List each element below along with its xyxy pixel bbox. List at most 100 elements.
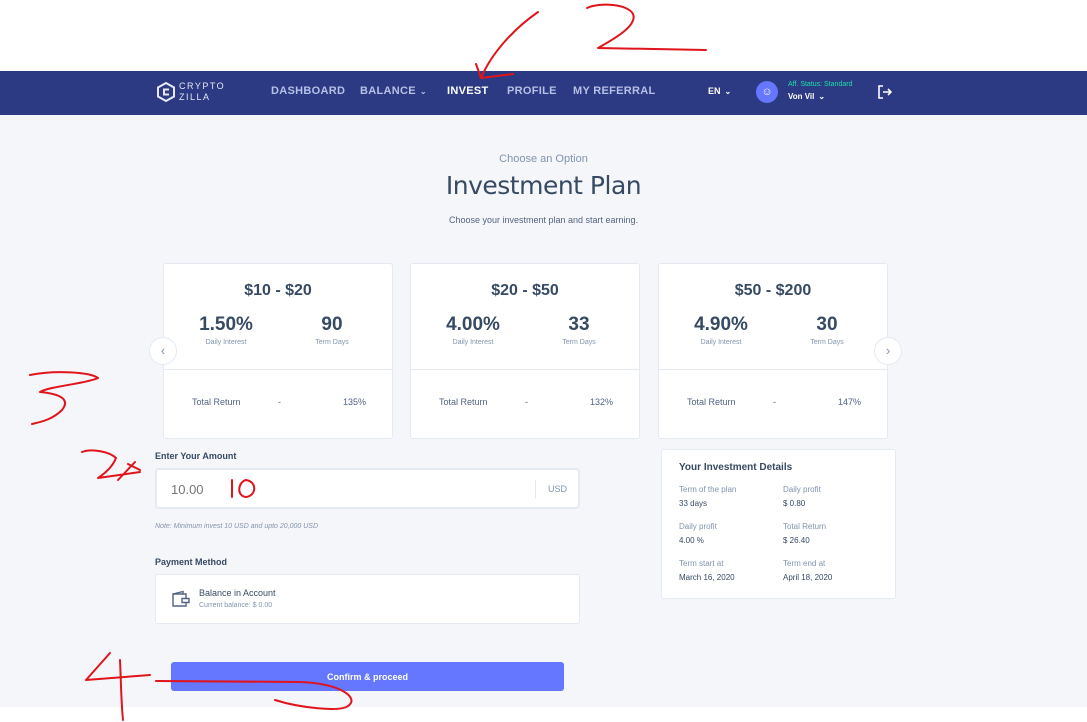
current-balance: Current balance: $ 0.00 (199, 602, 273, 609)
detail-term-end: Term end at April 18, 2020 (783, 559, 883, 582)
carousel-prev-button[interactable]: ‹ (149, 337, 177, 365)
plan-interest: 1.50% Daily Interest (176, 314, 276, 346)
interest-value: 4.90% (694, 314, 748, 335)
plan-range: $20 - $50 (491, 282, 559, 299)
confirm-proceed-button[interactable]: Confirm & proceed (171, 662, 564, 691)
amount-note: Note: Minimum invest 10 USD and upto 20,… (155, 523, 319, 530)
detail-daily-percent: Daily profit 4.00 % (679, 522, 779, 545)
term-label: Term Days (810, 339, 844, 346)
logo-line-2: ZILLA (179, 92, 211, 102)
detail-value: $ 0.80 (783, 499, 806, 508)
annotation-arrow (480, 11, 539, 79)
term-label: Term Days (315, 339, 349, 346)
detail-value: 4.00 % (679, 536, 704, 545)
plan-range: $10 - $20 (244, 282, 312, 299)
total-return-value: 135% (343, 397, 367, 407)
detail-total-return: Total Return $ 26.40 (783, 522, 883, 545)
divider (659, 369, 887, 370)
total-return-label: Total Return (687, 397, 736, 407)
term-value: 30 (816, 314, 838, 335)
chevron-down-icon: ⌄ (419, 87, 427, 96)
plan-interest: 4.00% Daily Interest (423, 314, 523, 346)
user-menu[interactable]: Von Vil ⌄ (788, 92, 825, 101)
total-return-value: 147% (838, 397, 862, 407)
divider (164, 369, 392, 370)
chevron-down-icon: ⌄ (724, 87, 732, 96)
detail-value: March 16, 2020 (679, 573, 735, 582)
amount-input[interactable] (171, 479, 511, 499)
nav-invest-label: INVEST (447, 85, 489, 97)
nav-profile[interactable]: PROFILE (507, 85, 557, 97)
amount-label: Enter Your Amount (155, 451, 237, 461)
total-return-label: Total Return (439, 397, 488, 407)
divider (411, 369, 639, 370)
detail-label: Daily profit (783, 485, 821, 494)
user-icon: ☺ (761, 86, 773, 98)
dash: - (773, 397, 776, 407)
detail-label: Total Return (783, 522, 827, 531)
annotation-number-2 (586, 3, 707, 51)
payment-method-label: Payment Method (155, 557, 228, 567)
chevron-left-icon: ‹ (160, 343, 166, 358)
page-subtitle: Choose an Option (499, 153, 588, 165)
details-title: Your Investment Details (679, 462, 793, 473)
chevron-down-icon: ⌄ (818, 92, 826, 101)
interest-label: Daily Interest (700, 339, 742, 346)
plan-term: 30 Term Days (777, 314, 877, 346)
interest-label: Daily Interest (452, 339, 494, 346)
aff-status: Aff. Status: Standard (788, 81, 853, 88)
interest-label: Daily Interest (205, 339, 247, 346)
amount-field[interactable]: USD (155, 468, 580, 509)
detail-value: April 18, 2020 (783, 573, 833, 582)
logout-button[interactable] (877, 84, 893, 105)
logo-text: CRYPTO ZILLA (179, 81, 225, 103)
detail-daily-profit: Daily profit $ 0.80 (783, 485, 883, 508)
interest-value: 4.00% (446, 314, 500, 335)
nav-referral-label: MY REFERRAL (573, 85, 656, 97)
nav-dashboard[interactable]: DASHBOARD (271, 85, 345, 97)
dash: - (525, 397, 528, 407)
detail-label: Term start at (679, 559, 724, 568)
term-label: Term Days (562, 339, 596, 346)
chevron-right-icon: › (885, 343, 891, 358)
plan-range: $50 - $200 (734, 282, 812, 299)
detail-value: $ 26.40 (783, 536, 810, 545)
term-value: 33 (568, 314, 590, 335)
plan-term: 33 Term Days (529, 314, 629, 346)
logo[interactable]: CRYPTO ZILLA (157, 80, 227, 106)
logo-line-1: CRYPTO (179, 81, 226, 91)
user-name: Von Vil (788, 92, 815, 101)
plan-card[interactable]: $10 - $20 1.50% Daily Interest 90 Term D… (163, 263, 393, 439)
currency-label: USD (548, 484, 568, 494)
plan-interest: 4.90% Daily Interest (671, 314, 771, 346)
total-return-value: 132% (590, 397, 614, 407)
nav-profile-label: PROFILE (507, 85, 557, 97)
nav-balance[interactable]: BALANCE ⌄ (360, 85, 427, 97)
dash: - (278, 397, 281, 407)
logout-icon (878, 85, 893, 99)
investment-details-panel: Your Investment Details Term of the plan… (661, 449, 896, 599)
payment-title: Balance in Account (199, 588, 276, 598)
plan-card[interactable]: $20 - $50 4.00% Daily Interest 33 Term D… (410, 263, 640, 439)
language-selector[interactable]: EN ⌄ (708, 86, 731, 96)
term-value: 90 (321, 314, 343, 335)
payment-method-option[interactable]: Balance in Account Current balance: $ 0.… (155, 574, 580, 624)
divider (535, 480, 536, 498)
detail-term-start: Term start at March 16, 2020 (679, 559, 779, 582)
nav-balance-label: BALANCE (360, 85, 416, 97)
total-return-label: Total Return (192, 397, 241, 407)
detail-label: Term of the plan (679, 485, 737, 494)
page-description: Choose your investment plan and start ea… (448, 215, 639, 225)
plan-card[interactable]: $50 - $200 4.90% Daily Interest 30 Term … (658, 263, 888, 439)
nav-invest[interactable]: INVEST (447, 85, 489, 97)
plan-term: 90 Term Days (282, 314, 382, 346)
detail-value: 33 days (679, 499, 708, 508)
wallet-icon (172, 590, 190, 607)
logo-icon (157, 82, 175, 102)
user-avatar[interactable]: ☺ (756, 81, 778, 103)
nav-my-referral[interactable]: MY REFERRAL (573, 85, 656, 97)
detail-label: Term end at (783, 559, 826, 568)
interest-value: 1.50% (199, 314, 253, 335)
carousel-next-button[interactable]: › (874, 337, 902, 365)
page-title: Investment Plan (445, 171, 642, 200)
